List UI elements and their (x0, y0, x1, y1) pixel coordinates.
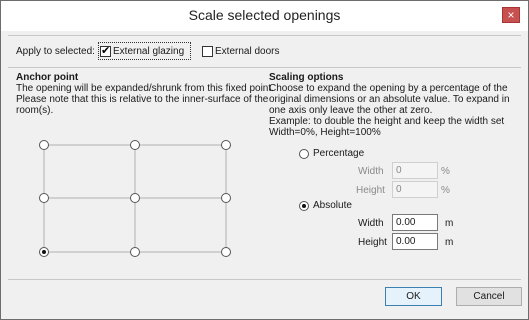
close-icon: × (507, 8, 515, 22)
anchor-line-2: Please note that this is relative to the… (16, 94, 269, 105)
percent-height-value: 0 (396, 184, 402, 195)
anchor-bottom-right[interactable] (221, 247, 231, 257)
percent-width-label: Width (358, 166, 384, 177)
bottom-divider (8, 279, 521, 280)
percent-width-value: 0 (396, 165, 402, 176)
external-doors-checkbox[interactable] (202, 46, 213, 57)
scaling-description: Choose to expand the opening by a percen… (269, 83, 510, 138)
external-glazing-label[interactable]: External glazing (113, 46, 184, 57)
anchor-line-1: The opening will be expanded/shrunk from… (16, 83, 274, 94)
absolute-height-label: Height (358, 237, 387, 248)
absolute-height-unit: m (445, 237, 454, 248)
percentage-radio[interactable] (299, 149, 309, 159)
anchor-description: The opening will be expanded/shrunk from… (16, 83, 274, 116)
title-bar: Scale selected openings × (1, 1, 528, 31)
scaling-title: Scaling options (269, 72, 344, 83)
absolute-height-value: 0.00 (396, 236, 416, 247)
anchor-middle-left[interactable] (39, 193, 49, 203)
close-button[interactable]: × (502, 7, 520, 23)
anchor-top-left[interactable] (39, 140, 49, 150)
ok-button[interactable]: OK (385, 287, 442, 306)
anchor-middle-right[interactable] (221, 193, 231, 203)
anchor-selected-dot (42, 250, 46, 254)
scale-openings-dialog: Scale selected openings × Apply to selec… (0, 0, 529, 320)
anchor-title: Anchor point (16, 72, 79, 83)
absolute-width-value: 0.00 (396, 217, 416, 228)
top-divider (8, 35, 521, 36)
absolute-height-input[interactable]: 0.00 (392, 233, 438, 250)
scaling-line-5: Width=0%, Height=100% (269, 127, 381, 138)
absolute-width-unit: m (445, 218, 454, 229)
absolute-radio[interactable] (299, 201, 309, 211)
anchor-top-center[interactable] (130, 140, 140, 150)
absolute-width-label: Width (358, 218, 384, 229)
dialog-title: Scale selected openings (188, 7, 341, 23)
percentage-label[interactable]: Percentage (313, 148, 364, 159)
checkmark-icon: ✔ (101, 45, 111, 57)
apply-label: Apply to selected: (16, 46, 95, 57)
anchor-line-3: room(s). (16, 105, 54, 116)
anchor-grid (39, 140, 231, 257)
anchor-bottom-center[interactable] (130, 247, 140, 257)
scaling-line-2: original dimensions or an absolute value… (269, 94, 510, 105)
percent-height-input[interactable]: 0 (392, 181, 438, 198)
absolute-width-input[interactable]: 0.00 (392, 214, 438, 231)
scaling-line-4: Example: to double the height and keep t… (269, 116, 505, 127)
percent-width-input[interactable]: 0 (392, 162, 438, 179)
cancel-button[interactable]: Cancel (456, 287, 522, 306)
middle-divider (8, 67, 521, 68)
external-doors-label[interactable]: External doors (215, 46, 279, 57)
percent-height-unit: % (441, 185, 450, 196)
percent-height-label: Height (356, 185, 385, 196)
anchor-center[interactable] (130, 193, 140, 203)
external-glazing-checkbox[interactable]: ✔ (100, 45, 111, 57)
absolute-label[interactable]: Absolute (313, 200, 352, 211)
scaling-line-1: Choose to expand the opening by a percen… (269, 83, 508, 94)
anchor-top-right[interactable] (221, 140, 231, 150)
percent-width-unit: % (441, 166, 450, 177)
scaling-line-3: one axis only leave the other at zero. (269, 105, 433, 116)
